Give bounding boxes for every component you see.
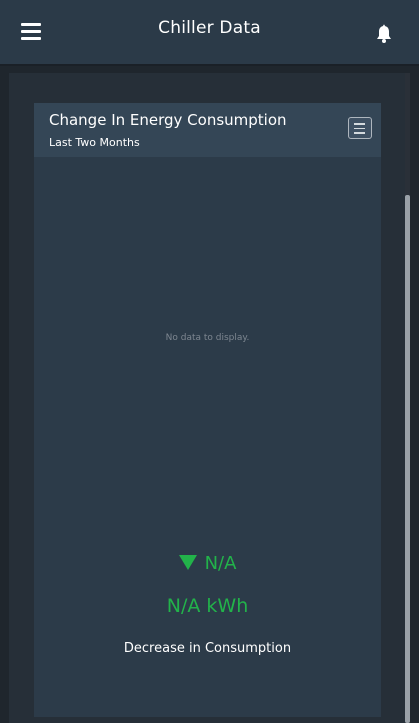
down-arrow-icon [178, 554, 197, 570]
change-value: N/A [204, 553, 237, 574]
card-title: Change In Energy Consumption [49, 111, 287, 129]
kwh-value: N/A kWh [166, 595, 249, 617]
energy-consumption-card: Change In Energy Consumption Last Two Mo… [34, 103, 381, 717]
scrollbar-thumb[interactable] [405, 195, 410, 723]
page-title: Chiller Data [158, 18, 261, 38]
card-header: Change In Energy Consumption Last Two Mo… [34, 103, 381, 157]
top-app-bar: Chiller Data [0, 0, 419, 66]
consumption-caption: Decrease in Consumption [123, 641, 292, 656]
card-subtitle: Last Two Months [49, 136, 140, 149]
change-indicator: N/A [34, 553, 381, 575]
no-data-message: No data to display. [165, 333, 250, 343]
chart-menu-button[interactable] [348, 117, 372, 139]
bell-icon[interactable] [374, 24, 394, 44]
